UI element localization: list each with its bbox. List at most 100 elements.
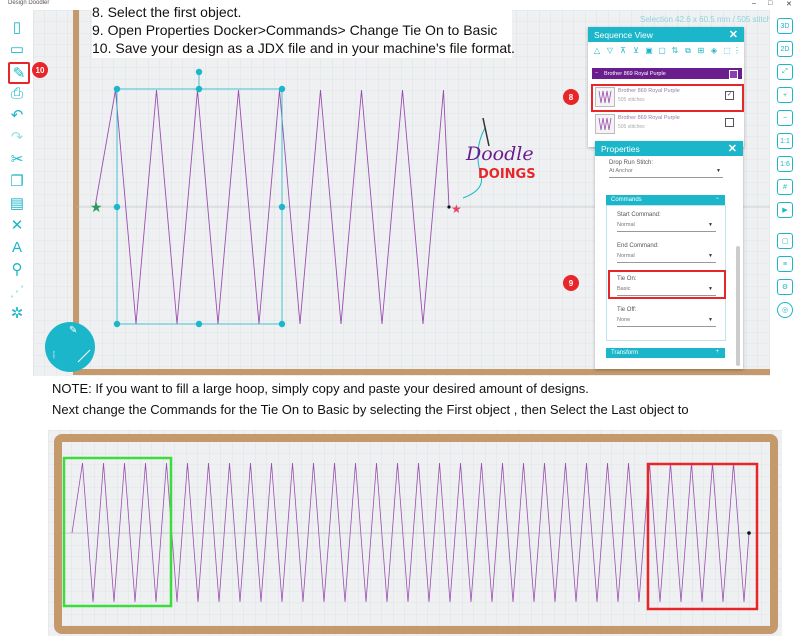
sequence-toolbar: △ ▽ ⊼ ⊻ ▣ ▢ ⇅ ⧉ ⊞ ◈ ⬚ ⋮ — [592, 46, 742, 60]
grid-icon[interactable]: # — [777, 179, 793, 195]
drop-run-label: Drop Run Stitch: — [609, 160, 654, 166]
chevron-down-icon[interactable]: ▼ — [708, 253, 713, 259]
color-icon[interactable]: ◈ — [709, 46, 719, 56]
expand-icon[interactable]: ⬚ — [722, 46, 732, 56]
logo-text-doings: DOINGS — [478, 167, 536, 182]
chevron-down-icon[interactable]: ▼ — [716, 168, 721, 174]
3d-view-icon[interactable]: 3D — [777, 18, 793, 34]
zoom-in-icon[interactable]: + — [777, 87, 793, 103]
collapse-icon[interactable]: − — [715, 196, 719, 202]
copy-icon[interactable]: ❐ — [8, 172, 26, 190]
zoom-1-1-icon[interactable]: 1:1 — [777, 133, 793, 149]
expand-icon[interactable]: + — [715, 349, 719, 355]
object-thumbnail — [595, 114, 615, 134]
new-file-icon[interactable]: ▯ — [8, 18, 26, 36]
close-icon[interactable]: ✕ — [729, 28, 738, 41]
drop-run-select[interactable]: At Anchor — [609, 168, 633, 174]
properties-scrollbar[interactable] — [736, 246, 740, 366]
object-name: Brother 869 Royal Purple — [618, 115, 680, 121]
step-badge-8: 8 — [563, 89, 579, 105]
end-command-label: End Command: — [617, 243, 659, 249]
commands-section-header[interactable]: Commands − — [606, 195, 725, 205]
undo-icon[interactable]: ↶ — [8, 106, 26, 124]
zoom-out-icon[interactable]: − — [777, 110, 793, 126]
move-down-icon[interactable]: ▽ — [605, 46, 615, 56]
properties-icon[interactable]: ⚙ — [777, 279, 793, 295]
step-badge-10: 10 — [32, 62, 48, 78]
close-icon[interactable]: ✕ — [728, 142, 737, 155]
split-icon[interactable]: ⊞ — [696, 46, 706, 56]
move-last-icon[interactable]: ⊻ — [631, 46, 641, 56]
instruction-step-10: 10. Save your design as a JDX file and i… — [92, 40, 515, 56]
instructions-box: 8. Select the first object. 9. Open Prop… — [92, 4, 515, 58]
start-command-select[interactable]: Normal — [617, 222, 635, 228]
logo-text-doodle: Doodle — [465, 143, 534, 165]
print-icon[interactable]: ⎙ — [8, 84, 26, 102]
color-wheel-icon[interactable]: ◎ — [777, 302, 793, 318]
note-line-2: Next change the Commands for the Tie On … — [52, 402, 689, 417]
zoom-1-6-icon[interactable]: 1:6 — [777, 156, 793, 172]
open-folder-icon[interactable]: ▭ — [8, 40, 26, 58]
instruction-step-9: 9. Open Properties Docker>Commands> Chan… — [92, 22, 498, 38]
hoop-icon[interactable]: ▢ — [777, 233, 793, 249]
properties-title: Properties — [601, 144, 640, 154]
tie-off-label: Tie Off: — [617, 307, 637, 313]
slideshow-icon[interactable]: ▶ — [777, 202, 793, 218]
step-badge-9: 9 — [563, 275, 579, 291]
delete-icon[interactable]: ✕ — [8, 216, 26, 234]
selection-info: Selection 42.6 x 60.5 mm / 505 stitches — [640, 15, 780, 24]
tie-off-select[interactable]: None — [617, 317, 630, 323]
object-stitch-count: 505 stitches — [618, 124, 645, 130]
highlight-first-object — [591, 84, 744, 112]
knife-tool-icon[interactable]: ⋰ — [8, 282, 26, 300]
move-first-icon[interactable]: ⊼ — [618, 46, 628, 56]
sort-icon[interactable]: ⇅ — [670, 46, 680, 56]
stitch-icon: ⸽ — [53, 350, 55, 359]
sequence-view-title: Sequence View — [594, 30, 653, 40]
more-menu-icon[interactable]: ⋮ — [732, 46, 742, 56]
group-icon[interactable]: ▣ — [644, 46, 654, 56]
color-group-row[interactable]: − Brother 869 Royal Purple — [592, 68, 742, 79]
instruction-step-8: 8. Select the first object. — [92, 4, 242, 20]
object-checkbox[interactable] — [725, 118, 734, 127]
note-line-1: NOTE: If you want to fill a large hoop, … — [52, 381, 589, 396]
start-point-icon: ★ — [90, 200, 103, 216]
chevron-down-icon[interactable]: ▼ — [708, 222, 713, 228]
app-title: Design Doodler — [8, 0, 50, 6]
2d-view-icon[interactable]: 2D — [777, 41, 793, 57]
ungroup-icon[interactable]: ▢ — [657, 46, 667, 56]
start-command-label: Start Command: — [617, 212, 661, 218]
save-as-icon[interactable]: ✎ — [8, 62, 30, 84]
sequence-object-2[interactable]: Brother 869 Royal Purple 505 stitches — [592, 112, 740, 134]
sequence-icon[interactable]: ≡ — [777, 256, 793, 272]
right-toolbar: 3D 2D ⤢ + − 1:1 1:6 # ▶ ▢ ≡ ⚙ ◎ — [770, 10, 800, 376]
end-point-icon: ★ — [451, 202, 462, 216]
transform-label: Transform — [611, 350, 639, 356]
large-hoop-canvas[interactable] — [48, 430, 782, 636]
minimize-icon[interactable]: – — [752, 0, 756, 7]
move-up-icon[interactable]: △ — [592, 46, 602, 56]
pen-tool-widget[interactable]: ✎ ⸽ — [45, 322, 95, 372]
text-tool-icon[interactable]: A — [8, 238, 26, 256]
redo-icon[interactable]: ↷ — [8, 128, 26, 146]
sequence-view-header: Sequence View ✕ — [588, 27, 744, 42]
node-edit-icon[interactable]: ⚲ — [8, 260, 26, 278]
cut-icon[interactable]: ✂ — [8, 150, 26, 168]
transform-section-header[interactable]: Transform + — [606, 348, 725, 358]
properties-panel: Properties ✕ Drop Run Stitch: At Anchor … — [595, 141, 743, 369]
merge-icon[interactable]: ⧉ — [683, 46, 693, 56]
end-command-select[interactable]: Normal — [617, 253, 635, 259]
maximize-icon[interactable]: □ — [768, 0, 772, 7]
chevron-down-icon[interactable]: ▼ — [708, 317, 713, 323]
left-toolbar: ▯ ▭ ✎ ⎙ ↶ ↷ ✂ ❐ ▤ ✕ A ⚲ ⋰ ✲ — [0, 10, 34, 376]
auto-digitize-icon[interactable]: ✲ — [8, 304, 26, 322]
color-group-label: Brother 869 Royal Purple — [604, 70, 666, 77]
paste-icon[interactable]: ▤ — [8, 194, 26, 212]
color-group-checkbox[interactable] — [729, 70, 738, 79]
pencil-icon: ✎ — [69, 325, 77, 336]
collapse-icon[interactable]: − — [595, 70, 598, 76]
properties-header: Properties ✕ — [595, 141, 743, 156]
highlight-tie-on — [608, 270, 726, 299]
zoom-fit-icon[interactable]: ⤢ — [777, 64, 793, 80]
close-icon[interactable]: ✕ — [786, 0, 792, 8]
